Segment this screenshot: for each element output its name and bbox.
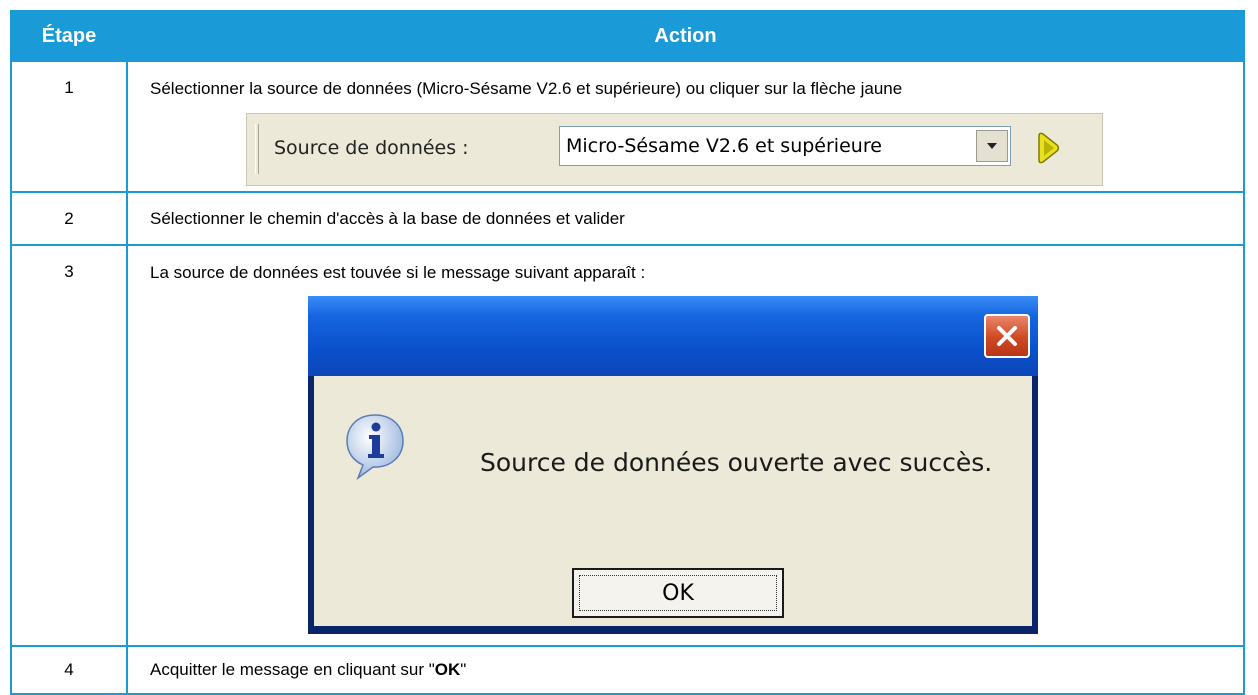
step-number: 2	[10, 191, 128, 246]
toolbar-grip[interactable]	[255, 124, 259, 174]
header-action: Action	[126, 10, 1245, 62]
close-icon	[997, 326, 1017, 346]
dialog-body: Source de données ouverte avec succès. O…	[314, 376, 1032, 626]
action-text: Sélectionner la source de données (Micro…	[150, 79, 903, 98]
ok-button[interactable]: OK	[572, 568, 784, 618]
action-cell: Sélectionner la source de données (Micro…	[126, 60, 1245, 193]
action-text-before: Acquitter le message en cliquant sur "	[150, 660, 435, 679]
ok-button-label: OK	[662, 580, 694, 606]
action-cell: La source de données est touvée si le me…	[126, 244, 1245, 647]
header-step: Étape	[10, 10, 128, 62]
action-cell: Acquitter le message en cliquant sur "OK…	[126, 645, 1245, 695]
info-icon	[346, 414, 404, 480]
table-row: 2 Sélectionner le chemin d'accès à la ba…	[10, 191, 1245, 246]
step-number: 4	[10, 645, 128, 695]
action-cell: Sélectionner le chemin d'accès à la base…	[126, 191, 1245, 246]
datasource-selected-value: Micro-Sésame V2.6 et supérieure	[566, 135, 882, 157]
action-text: Sélectionner le chemin d'accès à la base…	[150, 208, 625, 228]
table-row: 4 Acquitter le message en cliquant sur "…	[10, 645, 1245, 695]
step-number: 3	[10, 244, 128, 647]
steps-table: Étape Action 1 Sélectionner la source de…	[10, 10, 1245, 695]
dropdown-arrow-button[interactable]	[976, 130, 1008, 162]
action-text: La source de données est touvée si le me…	[150, 263, 646, 282]
dialog-titlebar[interactable]	[308, 296, 1038, 376]
datasource-label: Source de données :	[274, 137, 469, 159]
success-dialog: Source de données ouverte avec succès. O…	[308, 296, 1038, 634]
action-text: Acquitter le message en cliquant sur "OK…	[128, 659, 1243, 681]
header-row: Étape Action	[10, 10, 1245, 62]
close-button[interactable]	[984, 314, 1030, 358]
yellow-arrow-icon[interactable]	[1035, 130, 1061, 166]
datasource-select[interactable]: Micro-Sésame V2.6 et supérieure	[559, 126, 1011, 166]
chevron-down-icon	[987, 143, 997, 149]
table-row: 3 La source de données est touvée si le …	[10, 244, 1245, 647]
table-row: 1 Sélectionner la source de données (Mic…	[10, 60, 1245, 193]
dialog-message: Source de données ouverte avec succès.	[480, 448, 993, 477]
action-text-after: "	[460, 660, 467, 679]
step-number: 1	[10, 60, 128, 193]
datasource-toolbar: Source de données : Micro-Sésame V2.6 et…	[246, 113, 1103, 186]
ok-keyword: OK	[434, 660, 461, 679]
